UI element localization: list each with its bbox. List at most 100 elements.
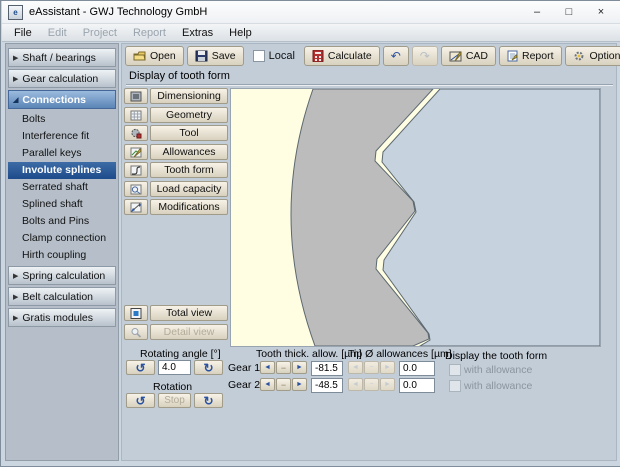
save-disk-icon <box>195 50 208 62</box>
tool-icon-button[interactable] <box>124 125 148 141</box>
save-button[interactable]: Save <box>187 46 244 66</box>
panel-title: Display of tooth form <box>129 70 230 82</box>
sidebar-item-splined-shaft[interactable]: Splined shaft <box>8 196 116 213</box>
sidebar-item-parallel-keys[interactable]: Parallel keys <box>8 145 116 162</box>
undo-button[interactable]: ↶ <box>383 46 409 66</box>
gear1-decrease-button[interactable]: ◄ <box>260 361 275 374</box>
gear1-reset-button[interactable]: − <box>276 361 291 374</box>
gear2-hub-profile <box>382 89 600 346</box>
dimensioning-icon <box>130 91 142 102</box>
tooth-form-drawing <box>231 89 600 346</box>
gear1-label: Gear 1 <box>228 362 260 374</box>
cad-button[interactable]: CAD <box>441 46 496 66</box>
menu-project: Project <box>75 27 125 39</box>
rotation-ccw-button[interactable]: ↺ <box>126 393 155 408</box>
with-allowance2-checkbox <box>449 380 461 392</box>
sidebar-section-gear-calculation[interactable]: ▶ Gear calculation <box>8 69 116 88</box>
minimize-button[interactable]: – <box>524 3 550 21</box>
sidebar-item-interference-fit[interactable]: Interference fit <box>8 128 116 145</box>
rotate-right-step-button[interactable]: ↻ <box>194 360 223 375</box>
undo-icon: ↶ <box>391 50 401 62</box>
geometry-button[interactable]: Geometry <box>150 107 228 123</box>
close-button[interactable]: × <box>588 3 614 21</box>
dimensioning-button[interactable]: Dimensioning <box>150 88 228 104</box>
rotating-angle-input[interactable] <box>158 360 191 375</box>
with-allowance1-label: with allowance <box>464 364 532 376</box>
menu-report: Report <box>125 27 174 39</box>
gear2-increase-button[interactable]: ► <box>292 378 307 391</box>
tip1-allowance-input[interactable] <box>399 361 435 376</box>
sidebar-section-shaft-bearings[interactable]: ▶ Shaft / bearings <box>8 48 116 67</box>
gear1-increase-button[interactable]: ► <box>292 361 307 374</box>
redo-icon: ↷ <box>420 50 430 62</box>
magnifier-icon <box>130 327 142 338</box>
tip2-reset-button: − <box>364 378 379 391</box>
dimensioning-icon-button[interactable] <box>124 88 148 104</box>
sidebar-item-clamp-connection[interactable]: Clamp connection <box>8 230 116 247</box>
window-title: eAssistant - GWJ Technology GmbH <box>29 6 518 18</box>
local-checkbox[interactable] <box>253 50 265 62</box>
total-view-button[interactable]: Total view <box>150 305 228 321</box>
rotate-left-step-button[interactable]: ↺ <box>126 360 155 375</box>
allowances-chart-icon <box>130 147 142 158</box>
options-tools-icon <box>573 50 586 62</box>
calculate-button[interactable]: Calculate <box>304 46 380 66</box>
tooth-form-button[interactable]: Tooth form <box>150 162 228 178</box>
tooth-form-icon-button[interactable] <box>124 162 148 178</box>
tooth-form-curve-icon <box>130 165 142 176</box>
sidebar-item-bolts-and-pins[interactable]: Bolts and Pins <box>8 213 116 230</box>
sidebar-item-hirth-coupling[interactable]: Hirth coupling <box>8 247 116 264</box>
menu-file[interactable]: File <box>6 27 40 39</box>
calculator-icon <box>312 50 324 62</box>
tool-cutter-icon <box>130 128 142 139</box>
sidebar-item-involute-splines[interactable]: Involute splines <box>8 162 116 179</box>
sidebar-section-connections[interactable]: ◢ Connections <box>8 90 116 109</box>
geometry-icon-button[interactable] <box>124 107 148 123</box>
toolbar: Open Save Local Calculate ↶ ↷ CA <box>125 46 620 66</box>
open-folder-icon <box>133 50 146 62</box>
menu-help[interactable]: Help <box>221 27 260 39</box>
chevron-right-icon: ▶ <box>13 75 18 83</box>
menu-bar: File Edit Project Report Extras Help <box>2 24 620 42</box>
gear2-reset-button[interactable]: − <box>276 378 291 391</box>
menu-extras[interactable]: Extras <box>174 27 221 39</box>
total-view-icon-button[interactable] <box>124 305 148 321</box>
report-document-icon <box>507 50 518 62</box>
local-checkbox-group[interactable]: Local <box>247 47 301 65</box>
tip1-decrease-button: ◄ <box>348 361 363 374</box>
gear2-decrease-button[interactable]: ◄ <box>260 378 275 391</box>
modifications-button[interactable]: Modifications <box>150 199 228 215</box>
open-button[interactable]: Open <box>125 46 184 66</box>
tip2-allowance-input[interactable] <box>399 378 435 393</box>
rotation-cw-button[interactable]: ↻ <box>194 393 223 408</box>
sidebar-item-serrated-shaft[interactable]: Serrated shaft <box>8 179 116 196</box>
allowances-icon-button[interactable] <box>124 144 148 160</box>
maximize-button[interactable]: □ <box>556 3 582 21</box>
options-button[interactable]: Options <box>565 46 620 66</box>
load-capacity-icon-button[interactable] <box>124 181 148 197</box>
tip1-increase-button: ► <box>380 361 395 374</box>
load-capacity-button[interactable]: Load capacity <box>150 181 228 197</box>
detail-view-icon-button <box>124 324 148 340</box>
rotate-cw-icon: ↻ <box>203 395 213 407</box>
rotate-cw-icon: ↻ <box>203 362 213 374</box>
menu-edit: Edit <box>40 27 75 39</box>
rotate-ccw-icon: ↺ <box>135 395 145 407</box>
title-bar: e eAssistant - GWJ Technology GmbH – □ × <box>2 1 620 24</box>
allowances-button[interactable]: Allowances <box>150 144 228 160</box>
tool-button[interactable]: Tool <box>150 125 228 141</box>
tooth-thickness-label: Tooth thick. allow. [µm] <box>256 348 362 360</box>
sidebar-section-belt-calculation[interactable]: ▶ Belt calculation <box>8 287 116 306</box>
gear1-allowance-input[interactable] <box>311 361 343 376</box>
rotating-angle-label: Rotating angle [°] <box>140 348 221 360</box>
report-button[interactable]: Report <box>499 46 562 66</box>
gear2-allowance-input[interactable] <box>311 378 343 393</box>
module-sidebar: ▶ Shaft / bearings ▶ Gear calculation ◢ … <box>5 43 119 461</box>
tip1-reset-button: − <box>364 361 379 374</box>
sidebar-item-bolts[interactable]: Bolts <box>8 111 116 128</box>
sidebar-section-spring-calculation[interactable]: ▶ Spring calculation <box>8 266 116 285</box>
sidebar-section-gratis-modules[interactable]: ▶ Gratis modules <box>8 308 116 327</box>
total-view-icon <box>130 308 142 319</box>
modifications-icon-button[interactable] <box>124 199 148 215</box>
gear2-label: Gear 2 <box>228 379 260 391</box>
